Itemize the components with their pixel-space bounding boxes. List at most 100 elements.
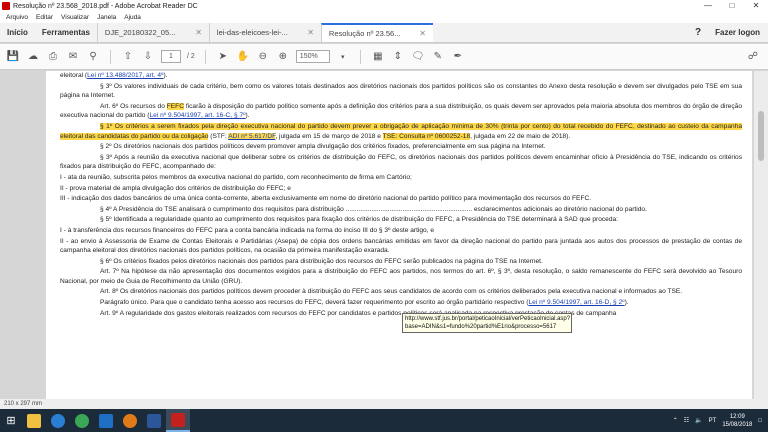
doc-tab-lei[interactable]: lei-das-eleicoes-lei-... ✕	[208, 23, 321, 42]
menu-visualizar[interactable]: Visualizar	[61, 14, 89, 21]
tab-home[interactable]: Início	[0, 23, 35, 42]
paragraph-text: (STF:	[208, 132, 229, 140]
chrome-icon[interactable]	[70, 409, 94, 432]
save-icon[interactable]: 💾	[6, 50, 20, 64]
document-paragraph: § 2º Os diretórios nacionais dos partido…	[60, 142, 742, 152]
scrollbar-thumb[interactable]	[758, 111, 764, 161]
document-paragraph: Art. 7º Na hipótese da não apresentação …	[60, 267, 742, 286]
document-link[interactable]: Lei nº 9.504/1997, art. 16-D, § 2º	[528, 299, 624, 306]
comment-icon[interactable]: 🗨	[411, 50, 425, 64]
paragraph-text: Parágrafo único. Para que o candidato te…	[100, 299, 529, 307]
document-viewport[interactable]: eleitoral (Lei nº 13.488/2017, art. 4º).…	[0, 71, 768, 399]
title-bar: Resolução nº 23.568_2018.pdf - Adobe Acr…	[0, 0, 768, 12]
login-link[interactable]: Fazer logon	[715, 28, 760, 37]
toolbar-divider	[359, 49, 361, 64]
tab-tools[interactable]: Ferramentas	[35, 23, 97, 42]
tab-bar: Início Ferramentas DJE_20180322_05... ✕ …	[0, 23, 768, 43]
language-indicator[interactable]: PT	[709, 418, 717, 424]
paragraph-text: § 3º Os valores individuais de cada crit…	[60, 82, 742, 100]
highlighted-text: TSE: Consulta nº 0600252-18	[382, 132, 471, 140]
document-paragraph: Art. 9º A regularidade dos gastos eleito…	[60, 309, 742, 319]
acrobat-taskbar-icon[interactable]	[166, 409, 190, 432]
document-link[interactable]: Lei nº 9.504/1997, art. 16-C, § 7º	[149, 112, 245, 119]
document-paragraph: § 1º Os critérios a serem fixados pela d…	[60, 122, 742, 141]
maximize-button[interactable]: □	[720, 0, 744, 12]
doc-tab-label: DJE_20180322_05...	[104, 28, 176, 37]
file-explorer-icon[interactable]	[22, 409, 46, 432]
email-icon[interactable]: ✉	[66, 50, 80, 64]
paragraph-text: § 5º Identificada a regularidade quanto …	[100, 216, 618, 224]
menu-janela[interactable]: Janela	[97, 14, 116, 21]
volume-icon[interactable]: 🔈	[695, 417, 702, 424]
print-icon[interactable]: ⎙	[46, 50, 60, 64]
upload-icon[interactable]: ☁	[26, 50, 40, 64]
media-player-icon[interactable]	[118, 409, 142, 432]
document-paragraph: § 3º Os valores individuais de cada crit…	[60, 82, 742, 101]
tab-bar-right: ? Fazer logon	[695, 23, 768, 42]
close-button[interactable]: ✕	[744, 0, 768, 12]
paragraph-text: , julgada em 15 de março de 2018 e	[275, 132, 383, 140]
scroll-mode-icon[interactable]: ⇕	[391, 50, 405, 64]
document-paragraph: § 3º Após a reunião da executiva naciona…	[60, 153, 742, 172]
menu-bar: Arquivo Editar Visualizar Janela Ajuda	[0, 12, 768, 23]
paragraph-text: ).	[624, 299, 629, 307]
doc-tab-dje[interactable]: DJE_20180322_05... ✕	[96, 23, 209, 42]
word-icon[interactable]	[142, 409, 166, 432]
windows-start-icon[interactable]: ⊞	[0, 409, 22, 432]
vertical-scrollbar[interactable]	[754, 71, 768, 399]
paragraph-text: Art. 6º Os recursos do	[100, 102, 167, 110]
paragraph-text: II - prova material de ampla divulgação …	[60, 184, 291, 192]
doc-tab-resolucao[interactable]: Resolução nº 23.56... ✕	[320, 23, 433, 42]
document-paragraph: Art. 8º Os diretórios nacionais dos part…	[60, 287, 742, 297]
document-paragraph: II - ao envio à Assessoria de Exame de C…	[60, 237, 742, 256]
paragraph-text: I - ata da reunião, subscrita pelos memb…	[60, 173, 412, 181]
taskbar: ⊞ ⌃ ☷ 🔈 PT 12:09 15/08/2018 □	[0, 409, 768, 432]
network-icon[interactable]: ☷	[684, 417, 689, 424]
chevron-down-icon[interactable]: ▾	[336, 50, 350, 64]
close-tab-icon[interactable]: ✕	[195, 28, 202, 37]
paragraph-text: I - à transferência dos recursos finance…	[60, 226, 435, 234]
link-tooltip: http://www.stf.jus.br/portal/peticaoInic…	[402, 313, 572, 333]
outlook-icon[interactable]	[94, 409, 118, 432]
hand-tool-icon[interactable]: ✋	[236, 50, 250, 64]
search-icon[interactable]: ⚲	[86, 50, 100, 64]
notifications-icon[interactable]: □	[758, 418, 762, 424]
minimize-button[interactable]: —	[696, 0, 720, 12]
menu-ajuda[interactable]: Ajuda	[124, 14, 141, 21]
document-link[interactable]: Lei nº 13.488/2017, art. 4º	[87, 72, 163, 79]
paragraph-text: , julgada em 22 de maio de 2018).	[470, 132, 571, 140]
tooltip-line: base=ADIN&s1=fundo%20partid%E1rio&proces…	[405, 324, 557, 330]
share-icon[interactable]: ☍	[746, 50, 760, 64]
doc-tab-label: lei-das-eleicoes-lei-...	[216, 28, 288, 37]
close-tab-icon[interactable]: ✕	[307, 28, 314, 37]
page-number-input[interactable]: 1	[161, 50, 181, 63]
document-paragraph: I - à transferência dos recursos finance…	[60, 226, 742, 236]
fit-page-icon[interactable]: ▦	[371, 50, 385, 64]
document-link[interactable]: ADI nº 5.617/DF	[228, 132, 276, 140]
paragraph-text: § 2º Os diretórios nacionais dos partido…	[100, 143, 546, 151]
close-tab-icon[interactable]: ✕	[419, 29, 426, 38]
sign-icon[interactable]: ✒	[451, 50, 465, 64]
zoom-in-icon[interactable]: ⊕	[276, 50, 290, 64]
menu-editar[interactable]: Editar	[36, 14, 53, 21]
menu-arquivo[interactable]: Arquivo	[6, 14, 28, 21]
status-bar: 210 x 297 mm	[0, 399, 768, 409]
next-page-icon[interactable]: ⇩	[141, 50, 155, 64]
toolbar-divider	[110, 49, 111, 64]
previous-page-icon[interactable]: ⇧	[121, 50, 135, 64]
paragraph-text: § 6º Os critérios fixados pelos diretóri…	[100, 257, 543, 265]
system-tray: ⌃ ☷ 🔈 PT 12:09 15/08/2018 □	[673, 413, 768, 429]
help-icon[interactable]: ?	[695, 27, 701, 38]
clock[interactable]: 12:09 15/08/2018	[722, 413, 752, 429]
zoom-out-icon[interactable]: ⊖	[256, 50, 270, 64]
document-paragraph: § 5º Identificada a regularidade quanto …	[60, 215, 742, 225]
page-total: / 2	[187, 53, 195, 60]
document-paragraph: § 4º A Presidência do TSE analisará o cu…	[60, 205, 742, 215]
zoom-select[interactable]: 150%	[295, 50, 330, 63]
document-paragraph: II - prova material de ampla divulgação …	[60, 184, 742, 194]
highlight-icon[interactable]: ✎	[431, 50, 445, 64]
window-title: Resolução nº 23.568_2018.pdf - Adobe Acr…	[13, 2, 198, 10]
edge-browser-icon[interactable]	[46, 409, 70, 432]
tray-chevron-icon[interactable]: ⌃	[673, 417, 678, 424]
select-cursor-icon[interactable]: ➤	[216, 50, 230, 64]
